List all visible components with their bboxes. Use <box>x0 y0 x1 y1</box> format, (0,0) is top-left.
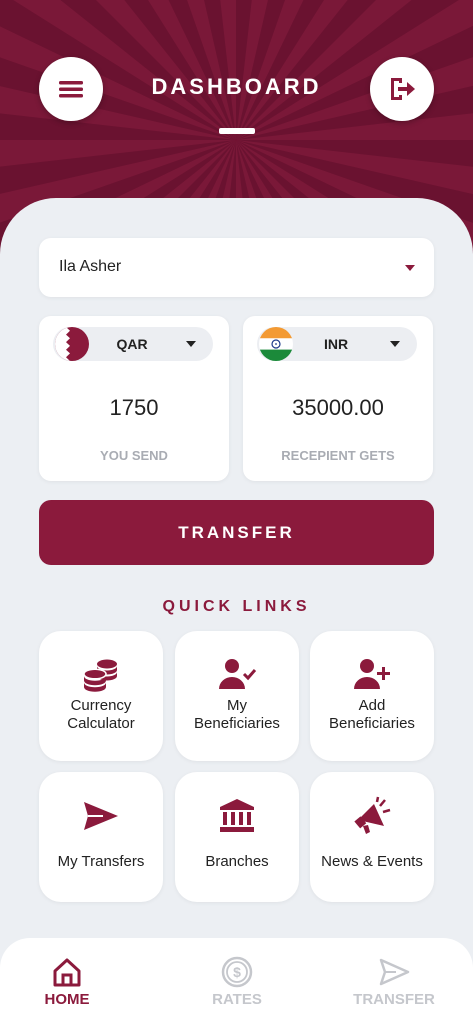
quick-link-my-beneficiaries[interactable]: My Beneficiaries <box>175 631 299 761</box>
receive-amount-value: 35000.00 <box>292 395 384 420</box>
svg-text:$: $ <box>233 964 241 980</box>
title-underline <box>219 128 255 134</box>
quick-link-label: Branches <box>205 853 269 870</box>
receive-currency-code: INR <box>323 336 349 352</box>
send-label: YOU SEND <box>100 448 168 463</box>
quick-link-my-transfers[interactable]: My Transfers <box>39 772 163 902</box>
send-icon <box>379 958 410 986</box>
quick-link-news-events[interactable]: News & Events <box>310 772 434 902</box>
chevron-down-icon <box>390 341 400 347</box>
receive-label: RECEPIENT GETS <box>281 448 395 463</box>
beneficiary-select[interactable]: Ila Asher <box>39 238 434 297</box>
nav-home[interactable]: HOME <box>7 956 127 1008</box>
quick-link-branches[interactable]: Branches <box>175 772 299 902</box>
megaphone-icon <box>354 796 391 834</box>
send-amount-card: QAR 1750 YOU SEND <box>39 316 229 481</box>
quick-link-label: Currency Calculator <box>67 697 135 732</box>
nav-home-label: HOME <box>44 991 90 1008</box>
quick-link-add-beneficiaries[interactable]: Add Beneficiaries <box>310 631 434 761</box>
quick-link-label: Add Beneficiaries <box>329 697 415 732</box>
nav-transfer[interactable]: TRANSFER <box>334 956 454 1008</box>
beneficiary-name: Ila Asher <box>59 258 122 275</box>
quick-link-currency-calculator[interactable]: Currency Calculator <box>39 631 163 761</box>
quick-link-label: News & Events <box>321 853 423 870</box>
bank-icon <box>220 799 254 832</box>
india-flag-icon <box>259 327 293 361</box>
coins-icon <box>83 659 117 692</box>
qatar-flag-icon <box>55 327 89 361</box>
quick-link-label: My Beneficiaries <box>194 697 280 732</box>
send-amount-value[interactable]: 1750 <box>39 395 229 421</box>
nav-rates-label: RATES <box>212 991 262 1008</box>
home-icon <box>53 958 81 987</box>
send-currency-code: QAR <box>116 336 148 352</box>
bottom-nav: HOME $ RATES TRANSFER <box>0 938 473 1024</box>
send-currency-select[interactable]: QAR <box>53 327 213 361</box>
user-plus-icon <box>354 659 390 689</box>
user-check-icon <box>219 659 257 689</box>
nav-rates[interactable]: $ RATES <box>177 956 297 1008</box>
quick-links-title: QUICK LINKS <box>162 598 311 615</box>
quick-link-label: My Transfers <box>57 853 145 870</box>
chevron-down-icon <box>186 341 196 347</box>
dollar-coin-icon: $ <box>221 956 253 988</box>
receive-currency-select[interactable]: INR <box>257 327 417 361</box>
receive-amount-card: INR 35000.00 RECEPIENT GETS <box>243 316 433 481</box>
transfer-button[interactable]: TRANSFER <box>39 500 434 565</box>
chevron-down-icon[interactable] <box>405 265 415 271</box>
logout-button[interactable] <box>370 57 434 121</box>
paper-plane-icon <box>84 802 118 830</box>
logout-icon <box>391 78 415 100</box>
nav-transfer-label: TRANSFER <box>353 991 435 1008</box>
